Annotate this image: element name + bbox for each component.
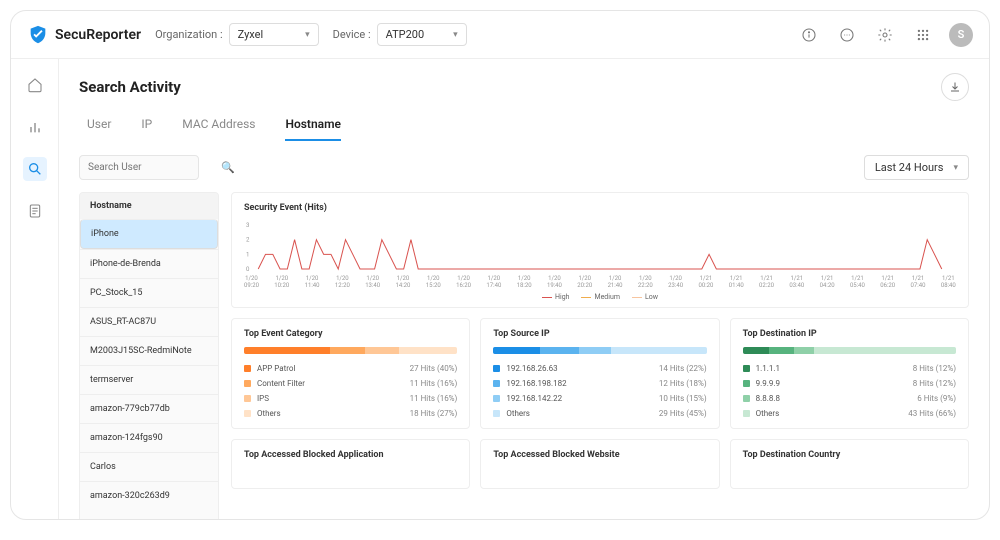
- hostname-item[interactable]: amazon-779cb77db: [80, 394, 218, 423]
- org-label: Organization :: [155, 28, 223, 41]
- card-title: Top Event Category: [244, 329, 457, 339]
- stat-row: 192.168.198.18212 Hits (18%): [493, 379, 706, 388]
- nav-search-icon[interactable]: [23, 157, 47, 181]
- tab-mac-address[interactable]: MAC Address: [182, 117, 255, 141]
- x-tick: 1/2103:40: [789, 275, 804, 289]
- x-tick: 1/2100:20: [698, 275, 713, 289]
- org-select[interactable]: Zyxel▾: [229, 23, 319, 46]
- info-icon[interactable]: [797, 23, 821, 47]
- security-event-chart-card: Security Event (Hits) 0 1 2 3 1/2009:20 1/20…: [231, 192, 969, 308]
- x-tick: 1/2108:40: [941, 275, 956, 289]
- nav-analytics-icon[interactable]: [23, 115, 47, 139]
- svg-text:3: 3: [246, 222, 249, 229]
- hostname-item[interactable]: ASUS_RT-AC87U: [80, 307, 218, 336]
- x-tick: 1/2016:20: [456, 275, 471, 289]
- x-tick: 1/2105:40: [850, 275, 865, 289]
- page-title: Search Activity: [79, 78, 181, 96]
- x-tick: 1/2015:20: [426, 275, 441, 289]
- hostname-item[interactable]: amazon-320c263d9: [80, 481, 218, 510]
- x-tick: 1/2104:20: [820, 275, 835, 289]
- card-title: Top Destination Country: [743, 450, 956, 460]
- x-tick: 1/2009:20: [244, 275, 259, 289]
- hostname-item[interactable]: PC_Stock_15: [80, 278, 218, 307]
- chevron-down-icon: ▾: [453, 30, 458, 40]
- app-logo: SecuReporter: [27, 24, 141, 46]
- stat-row: 9.9.9.98 Hits (12%): [743, 379, 956, 388]
- stat-row: Others18 Hits (27%): [244, 409, 457, 418]
- stat-row: APP Patrol27 Hits (40%): [244, 364, 457, 373]
- shield-icon: [27, 24, 49, 46]
- stat-row: Others29 Hits (45%): [493, 409, 706, 418]
- stat-row: IPS11 Hits (16%): [244, 394, 457, 403]
- time-range-select[interactable]: Last 24 Hours ▾: [864, 155, 969, 180]
- search-input-wrap[interactable]: 🔍: [79, 155, 199, 180]
- chart-title: Security Event (Hits): [244, 203, 956, 213]
- x-tick: 1/2021:40: [608, 275, 623, 289]
- device-select[interactable]: ATP200▾: [377, 23, 467, 46]
- x-tick: 1/2106:20: [880, 275, 895, 289]
- card-title: Top Destination IP: [743, 329, 956, 339]
- stat-row: Others43 Hits (66%): [743, 409, 956, 418]
- x-tick: 1/2020:20: [577, 275, 592, 289]
- x-tick: 1/2019:40: [547, 275, 562, 289]
- stat-row: 1.1.1.18 Hits (12%): [743, 364, 956, 373]
- hostname-list-header: Hostname: [80, 193, 218, 219]
- hostname-item[interactable]: iPhone: [80, 219, 218, 249]
- svg-text:0: 0: [246, 266, 250, 273]
- chevron-down-icon: ▾: [953, 163, 958, 173]
- svg-text:2: 2: [246, 237, 250, 244]
- chevron-down-icon: ▾: [305, 30, 310, 40]
- avatar[interactable]: S: [949, 23, 973, 47]
- stat-card: Top Event Category APP Patrol27 Hits (40%…: [231, 318, 470, 429]
- legend-item: High: [542, 293, 569, 301]
- x-tick: 1/2107:40: [911, 275, 926, 289]
- legend-item: Medium: [581, 293, 619, 301]
- card-title: Top Source IP: [493, 329, 706, 339]
- download-button[interactable]: [941, 73, 969, 101]
- hostname-item[interactable]: termserver: [80, 365, 218, 394]
- stat-card: Top Accessed Blocked Application: [231, 439, 470, 489]
- x-tick: 1/2013:40: [365, 275, 380, 289]
- tab-user[interactable]: User: [87, 117, 111, 141]
- app-name: SecuReporter: [55, 27, 141, 43]
- help-icon[interactable]: [835, 23, 859, 47]
- apps-icon[interactable]: [911, 23, 935, 47]
- x-tick: 1/2014:20: [395, 275, 410, 289]
- x-tick: 1/2101:40: [729, 275, 744, 289]
- stat-card: Top Destination Country: [730, 439, 969, 489]
- x-tick: 1/2011:40: [305, 275, 320, 289]
- stat-card: Top Source IP 192.168.26.6314 Hits (22%) 1…: [480, 318, 719, 429]
- x-tick: 1/2017:40: [486, 275, 501, 289]
- x-tick: 1/2012:20: [335, 275, 350, 289]
- nav-home-icon[interactable]: [23, 73, 47, 97]
- hostname-item[interactable]: Carlos: [80, 452, 218, 481]
- stat-row: 8.8.8.86 Hits (9%): [743, 394, 956, 403]
- stat-card: Top Accessed Blocked Website: [480, 439, 719, 489]
- svg-text:1: 1: [246, 251, 249, 258]
- search-input[interactable]: [88, 162, 221, 173]
- stat-row: 192.168.26.6314 Hits (22%): [493, 364, 706, 373]
- stat-row: 192.168.142.2210 Hits (15%): [493, 394, 706, 403]
- x-tick: 1/2018:20: [517, 275, 532, 289]
- hostname-list: Hostname iPhoneiPhone-de-BrendaPC_Stock_…: [79, 192, 219, 519]
- card-title: Top Accessed Blocked Website: [493, 450, 706, 460]
- gear-icon[interactable]: [873, 23, 897, 47]
- device-label: Device :: [333, 28, 371, 41]
- hostname-item[interactable]: M2003J15SC-RedmiNote: [80, 336, 218, 365]
- x-tick: 1/2102:20: [759, 275, 774, 289]
- card-title: Top Accessed Blocked Application: [244, 450, 457, 460]
- x-tick: 1/2022:20: [638, 275, 653, 289]
- hostname-item[interactable]: amazon-124fgs90: [80, 423, 218, 452]
- nav-report-icon[interactable]: [23, 199, 47, 223]
- stat-card: Top Destination IP 1.1.1.18 Hits (12%) 9.9…: [730, 318, 969, 429]
- search-icon: 🔍: [221, 161, 235, 174]
- stat-row: Content Filter11 Hits (16%): [244, 379, 457, 388]
- x-tick: 1/2023:40: [668, 275, 683, 289]
- tab-ip[interactable]: IP: [141, 117, 152, 141]
- legend-item: Low: [632, 293, 658, 301]
- hostname-item[interactable]: iPhone-de-Brenda: [80, 249, 218, 278]
- tab-hostname[interactable]: Hostname: [285, 117, 341, 141]
- x-tick: 1/2010:20: [274, 275, 289, 289]
